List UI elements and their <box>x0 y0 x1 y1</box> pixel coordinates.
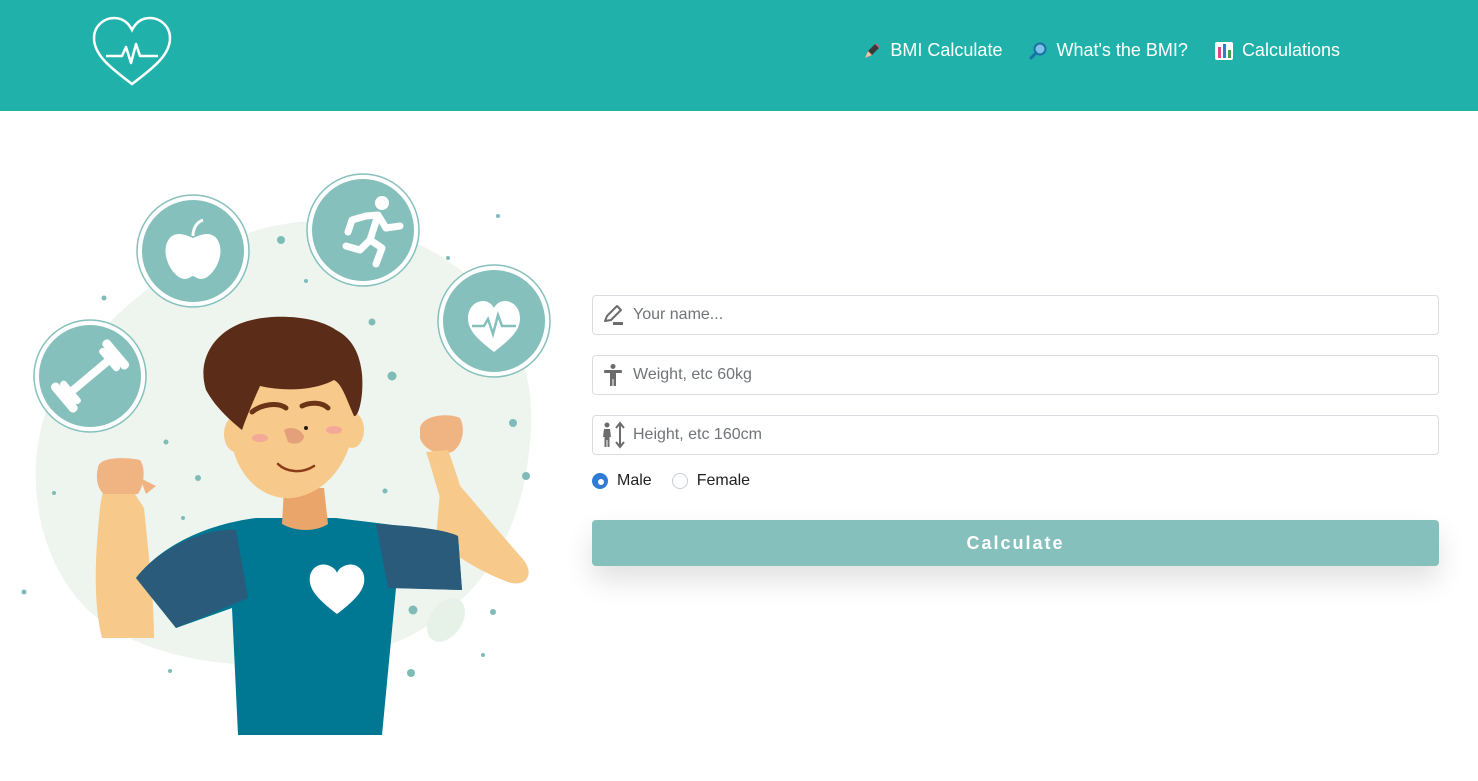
pencil-icon <box>593 295 633 335</box>
female-radio[interactable] <box>671 473 688 489</box>
nav-calculations[interactable]: Calculations <box>1214 40 1340 61</box>
bar-chart-icon <box>1214 41 1234 61</box>
pen-icon <box>862 41 882 61</box>
name-input[interactable] <box>633 297 1438 333</box>
main-nav: BMI Calculate What's the BMI? Calculatio… <box>862 40 1340 61</box>
gender-female-option[interactable]: Female <box>671 472 751 490</box>
dumbbell-icon <box>33 319 147 433</box>
gender-male-option[interactable]: Male <box>592 472 652 490</box>
weight-input[interactable] <box>633 357 1438 393</box>
running-person-icon <box>306 173 420 287</box>
weight-field <box>592 355 1439 395</box>
header: BMI Calculate What's the BMI? Calculatio… <box>0 0 1478 111</box>
male-label: Male <box>617 472 652 489</box>
heart-pulse-icon <box>437 264 551 378</box>
name-field <box>592 295 1439 335</box>
magnifier-icon <box>1028 41 1048 61</box>
heart-pulse-icon[interactable] <box>92 16 172 88</box>
gender-radio-group: Male Female <box>592 469 1439 493</box>
nav-bmi-calculate[interactable]: BMI Calculate <box>862 40 1002 61</box>
nav-whats-bmi[interactable]: What's the BMI? <box>1028 40 1188 61</box>
apple-icon <box>136 194 250 308</box>
height-field <box>592 415 1439 455</box>
nav-label: Calculations <box>1241 40 1340 60</box>
height-input[interactable] <box>633 417 1438 453</box>
height-icon <box>593 415 633 455</box>
female-label: Female <box>696 472 751 489</box>
nav-label: What's the BMI? <box>1056 40 1188 60</box>
bmi-form: Male Female Calculate <box>592 295 1439 566</box>
nav-label: BMI Calculate <box>890 40 1003 60</box>
male-radio[interactable] <box>592 473 608 489</box>
person-icon <box>593 355 633 395</box>
fitness-man-illustration <box>21 173 551 735</box>
calculate-button[interactable]: Calculate <box>592 520 1439 566</box>
